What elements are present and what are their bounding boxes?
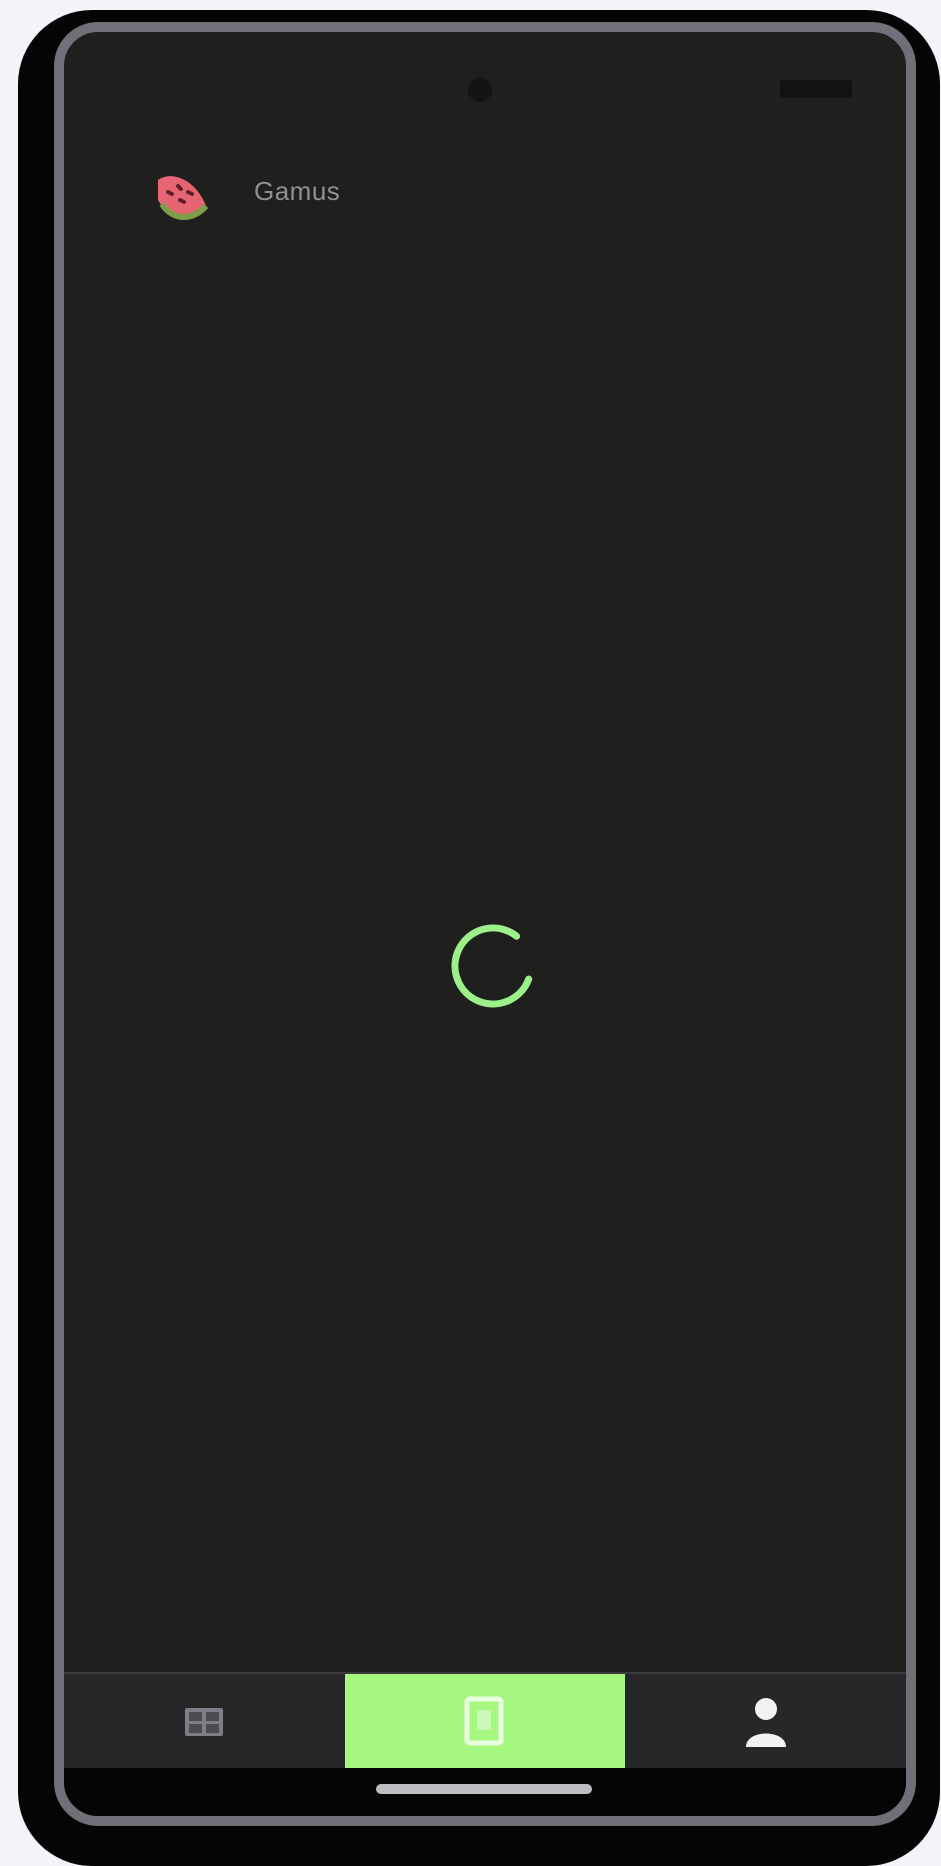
app-name: Gamus bbox=[254, 176, 341, 206]
card-icon bbox=[464, 1696, 504, 1746]
app-screen: Gamus bbox=[54, 22, 916, 1826]
nav-item-profile[interactable] bbox=[625, 1674, 906, 1770]
profile-icon bbox=[745, 1698, 786, 1747]
phone-frame: Gamus bbox=[18, 10, 940, 1866]
watermelon-icon bbox=[148, 162, 220, 234]
app-header: Gamus bbox=[64, 132, 906, 252]
nav-item-cards[interactable] bbox=[344, 1674, 626, 1770]
status-bar bbox=[64, 32, 906, 104]
nav-item-grid[interactable] bbox=[64, 1674, 345, 1770]
bottom-navigation bbox=[64, 1672, 906, 1770]
camera-cutout bbox=[468, 78, 492, 102]
main-content bbox=[64, 252, 906, 1554]
status-icons bbox=[780, 80, 852, 98]
grid-icon bbox=[185, 1708, 224, 1736]
home-indicator[interactable] bbox=[376, 1784, 592, 1794]
gesture-area bbox=[64, 1768, 906, 1816]
loading-spinner-icon bbox=[444, 917, 542, 1015]
